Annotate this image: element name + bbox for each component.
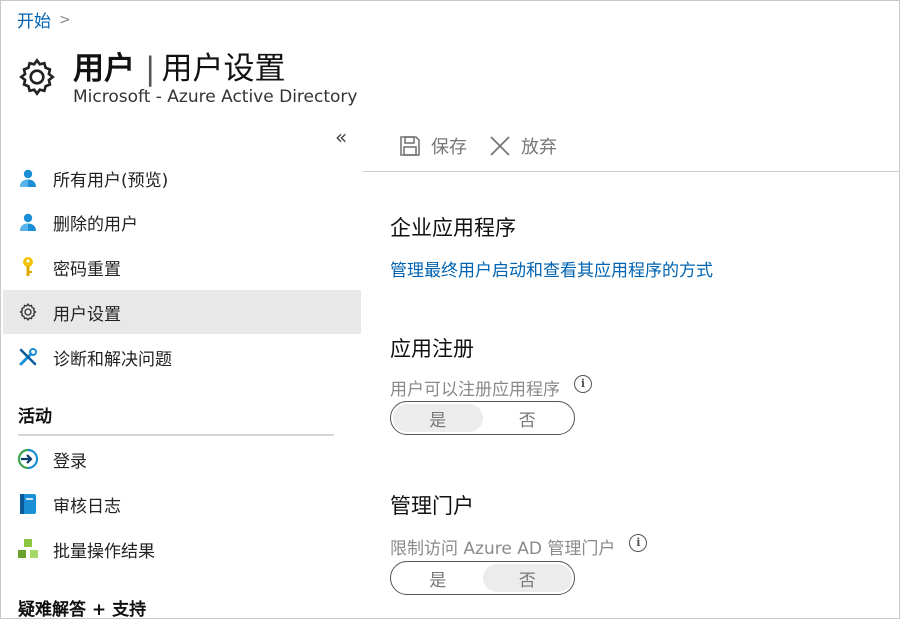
wrench-icon [17, 346, 39, 368]
admin-portal-label: 限制访问 Azure AD 管理门户 i [390, 533, 648, 559]
page-title-main: 用户 [73, 51, 135, 87]
book-icon [17, 493, 39, 515]
user-icon [17, 211, 39, 233]
admin-portal-heading: 管理门户 [390, 494, 474, 518]
save-button-label: 保存 [431, 137, 467, 158]
enterprise-apps-heading: 企业应用程序 [390, 216, 516, 240]
info-icon[interactable]: i [574, 374, 592, 393]
breadcrumb-separator: > [59, 11, 71, 28]
gear-icon [19, 58, 55, 96]
sidebar-item-user-settings[interactable]: 用户设置 [3, 290, 361, 334]
toolbar-divider [363, 171, 899, 172]
key-icon [17, 256, 39, 278]
sidebar-item-label: 审核日志 [53, 496, 121, 517]
sidebar-item-all-users[interactable]: 所有用户(预览) [3, 156, 361, 200]
save-button[interactable]: 保存 [399, 133, 467, 159]
sidebar-item-label: 用户设置 [53, 304, 121, 325]
page-frame: 开始 > 用户 | 用户设置 Microsoft - Azure Active Di… [0, 0, 900, 619]
section-divider [18, 434, 334, 436]
command-bar: 保存 放弃 [399, 133, 579, 159]
sidebar-item-audit-logs[interactable]: 审核日志 [3, 482, 361, 526]
sidebar-item-label: 诊断和解决问题 [53, 349, 172, 370]
user-icon [17, 167, 39, 189]
sidebar-item-label: 删除的用户 [53, 214, 138, 235]
toggle-option-no[interactable]: 否 [483, 404, 573, 432]
admin-portal-label-text: 限制访问 Azure AD 管理门户 [390, 539, 616, 559]
info-icon[interactable]: i [629, 533, 648, 552]
app-registrations-label-text: 用户可以注册应用程序 [390, 380, 560, 400]
toggle-option-no[interactable]: 否 [482, 564, 572, 592]
toggle-option-yes[interactable]: 是 [393, 404, 483, 432]
close-icon [490, 136, 510, 156]
discard-button[interactable]: 放弃 [489, 133, 557, 159]
app-registrations-heading: 应用注册 [390, 337, 474, 361]
page-title: 用户 | 用户设置 [73, 43, 285, 88]
app-registrations-label: 用户可以注册应用程序 i [390, 374, 592, 400]
breadcrumb-home-link[interactable]: 开始 [17, 7, 51, 32]
sidebar-item-password-reset[interactable]: 密码重置 [3, 245, 361, 289]
collapse-sidebar-button[interactable]: « [335, 125, 347, 149]
sidebar-item-label: 批量操作结果 [53, 541, 155, 562]
sidebar-item-deleted-users[interactable]: 删除的用户 [3, 200, 361, 244]
sidebar-item-diagnose[interactable]: 诊断和解决问题 [3, 335, 361, 379]
gear-icon [17, 301, 39, 323]
sidebar-item-sign-ins[interactable]: 登录 [3, 437, 361, 481]
toggle-option-yes[interactable]: 是 [393, 564, 483, 592]
sidebar-item-bulk-results[interactable]: 批量操作结果 [3, 527, 361, 571]
page-title-sub: 用户设置 [161, 51, 286, 87]
breadcrumb: 开始 > [17, 7, 71, 33]
save-icon [400, 136, 420, 156]
section-heading-support: 疑难解答 + 支持 [18, 600, 147, 619]
app-registrations-toggle[interactable]: 是 否 [390, 401, 575, 435]
cubes-icon [17, 538, 39, 560]
sidebar-item-label: 登录 [53, 451, 87, 472]
section-heading-activity: 活动 [18, 407, 52, 427]
admin-portal-toggle[interactable]: 是 否 [390, 561, 575, 595]
discard-button-label: 放弃 [521, 137, 557, 158]
sign-in-icon [17, 448, 39, 470]
enterprise-apps-link[interactable]: 管理最终用户启动和查看其应用程序的方式 [390, 256, 713, 281]
page-title-separator: | [145, 51, 156, 87]
sidebar-item-label: 密码重置 [53, 259, 121, 280]
sidebar-item-label: 所有用户(预览) [53, 170, 169, 191]
page-subtitle: Microsoft - Azure Active Directory [73, 87, 358, 107]
